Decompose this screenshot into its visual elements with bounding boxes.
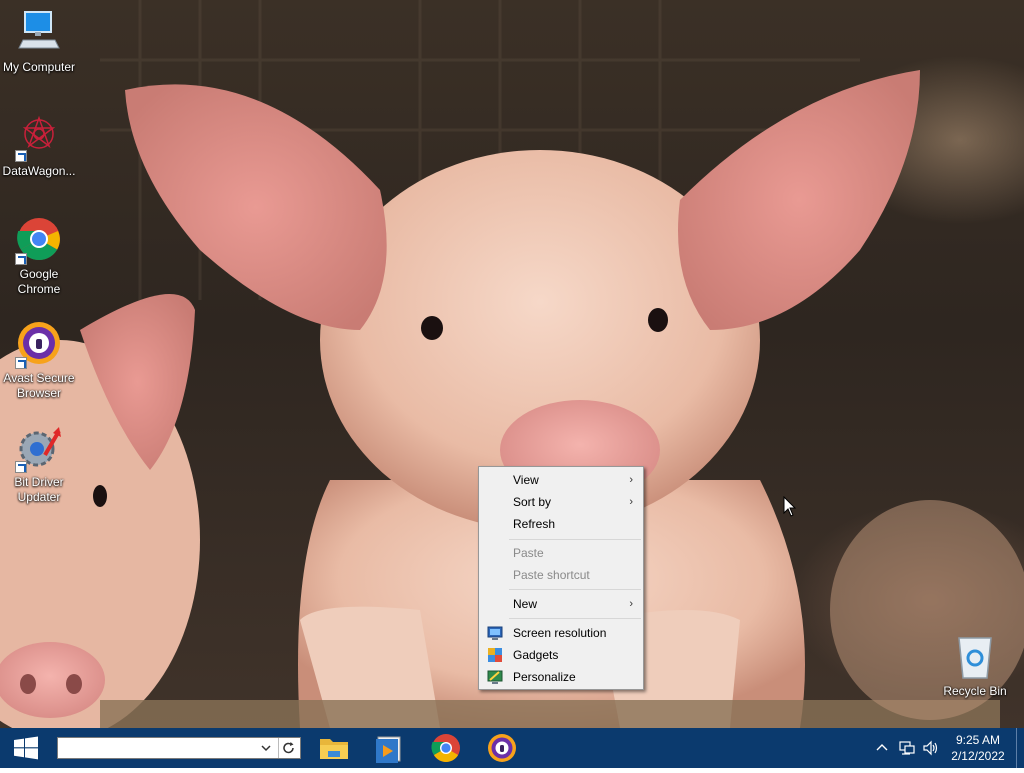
taskbar-file-explorer[interactable]	[306, 728, 362, 768]
desktop-icon-bit-driver-updater[interactable]: Bit Driver Updater	[0, 425, 78, 505]
avast-browser-icon	[15, 321, 63, 369]
file-explorer-icon	[320, 739, 348, 759]
taskbar-avast-secure-browser[interactable]	[474, 728, 530, 768]
menu-item-refresh[interactable]: Refresh	[481, 513, 641, 535]
bit-driver-updater-icon	[15, 425, 63, 473]
shortcut-arrow-icon	[15, 461, 27, 473]
menu-item-personalize[interactable]: Personalize	[481, 666, 641, 688]
computer-icon	[15, 10, 63, 58]
shortcut-arrow-icon	[15, 357, 27, 369]
shortcut-arrow-icon	[15, 150, 27, 162]
personalize-icon	[487, 669, 503, 685]
taskbar: 9:25 AM 2/12/2022	[0, 728, 1024, 768]
taskbar-google-chrome[interactable]	[418, 728, 474, 768]
menu-item-label: View	[513, 473, 539, 487]
menu-item-label: Sort by	[513, 495, 552, 509]
chevron-right-icon: ›	[629, 474, 633, 486]
menu-item-label: New	[513, 597, 538, 611]
desktop-icon-datawagon[interactable]: DataWagon...	[0, 114, 78, 179]
menu-item-label: Paste shortcut	[513, 568, 590, 582]
chrome-icon	[431, 734, 460, 762]
menu-item-label: Paste	[513, 546, 544, 560]
desktop-icon-label: Google Chrome	[17, 267, 61, 296]
windows-logo-icon	[14, 736, 38, 760]
datawagon-icon	[15, 114, 63, 162]
gadgets-icon	[487, 647, 503, 663]
chevron-down-icon[interactable]	[258, 739, 274, 757]
desktop-icon-label: My Computer	[2, 60, 76, 74]
menu-separator	[509, 589, 641, 590]
shortcut-arrow-icon	[15, 253, 27, 265]
menu-item-paste-shortcut[interactable]: Paste shortcut	[481, 564, 641, 586]
screen-resolution-icon	[487, 625, 503, 641]
menu-separator	[509, 539, 641, 540]
chrome-icon	[15, 217, 63, 265]
menu-item-screen-resolution[interactable]: Screen resolution	[481, 622, 641, 644]
menu-item-label: Gadgets	[513, 648, 559, 662]
network-icon[interactable]	[898, 739, 916, 757]
mouse-cursor-icon	[783, 496, 797, 517]
chevron-right-icon: ›	[629, 598, 633, 610]
desktop-icon-avast-secure-browser[interactable]: Avast Secure Browser	[0, 321, 78, 401]
search-input[interactable]	[60, 739, 254, 759]
refresh-icon[interactable]	[278, 738, 298, 758]
desktop-icon-recycle-bin[interactable]: Recycle Bin	[936, 634, 1014, 699]
menu-item-label: Refresh	[513, 517, 556, 531]
menu-item-sort-by[interactable]: Sort by ›	[481, 491, 641, 513]
menu-separator	[509, 618, 641, 619]
clock-time: 9:25 AM	[955, 733, 1001, 747]
taskbar-media-player[interactable]	[362, 728, 418, 768]
desktop-icon-label: Avast Secure Browser	[3, 371, 75, 400]
clock-date: 2/12/2022	[951, 749, 1005, 763]
chevron-right-icon: ›	[629, 496, 633, 508]
show-desktop-button[interactable]	[1016, 728, 1024, 768]
taskbar-search-box[interactable]	[57, 737, 301, 759]
media-player-icon	[376, 736, 401, 763]
show-hidden-icons-chevron-up-icon[interactable]	[873, 739, 891, 757]
menu-item-paste[interactable]: Paste	[481, 542, 641, 564]
start-button[interactable]	[0, 728, 52, 768]
menu-item-new[interactable]: New ›	[481, 593, 641, 615]
recycle-bin-icon	[951, 634, 999, 682]
menu-item-label: Screen resolution	[513, 626, 607, 640]
volume-icon[interactable]	[922, 739, 940, 757]
desktop-icon-label: DataWagon...	[2, 164, 76, 178]
desktop-icon-label: Recycle Bin	[943, 684, 1007, 698]
menu-item-label: Personalize	[513, 670, 576, 684]
desktop-icon-my-computer[interactable]: My Computer	[0, 10, 78, 75]
menu-item-view[interactable]: View ›	[481, 469, 641, 491]
desktop-icon-google-chrome[interactable]: Google Chrome	[0, 217, 78, 297]
system-clock[interactable]: 9:25 AM 2/12/2022	[940, 732, 1016, 764]
desktop-context-menu: View › Sort by › Refresh Paste Paste sho…	[478, 466, 644, 690]
avast-browser-icon	[488, 734, 516, 762]
desktop-icon-label: Bit Driver Updater	[14, 475, 64, 504]
menu-item-gadgets[interactable]: Gadgets	[481, 644, 641, 666]
